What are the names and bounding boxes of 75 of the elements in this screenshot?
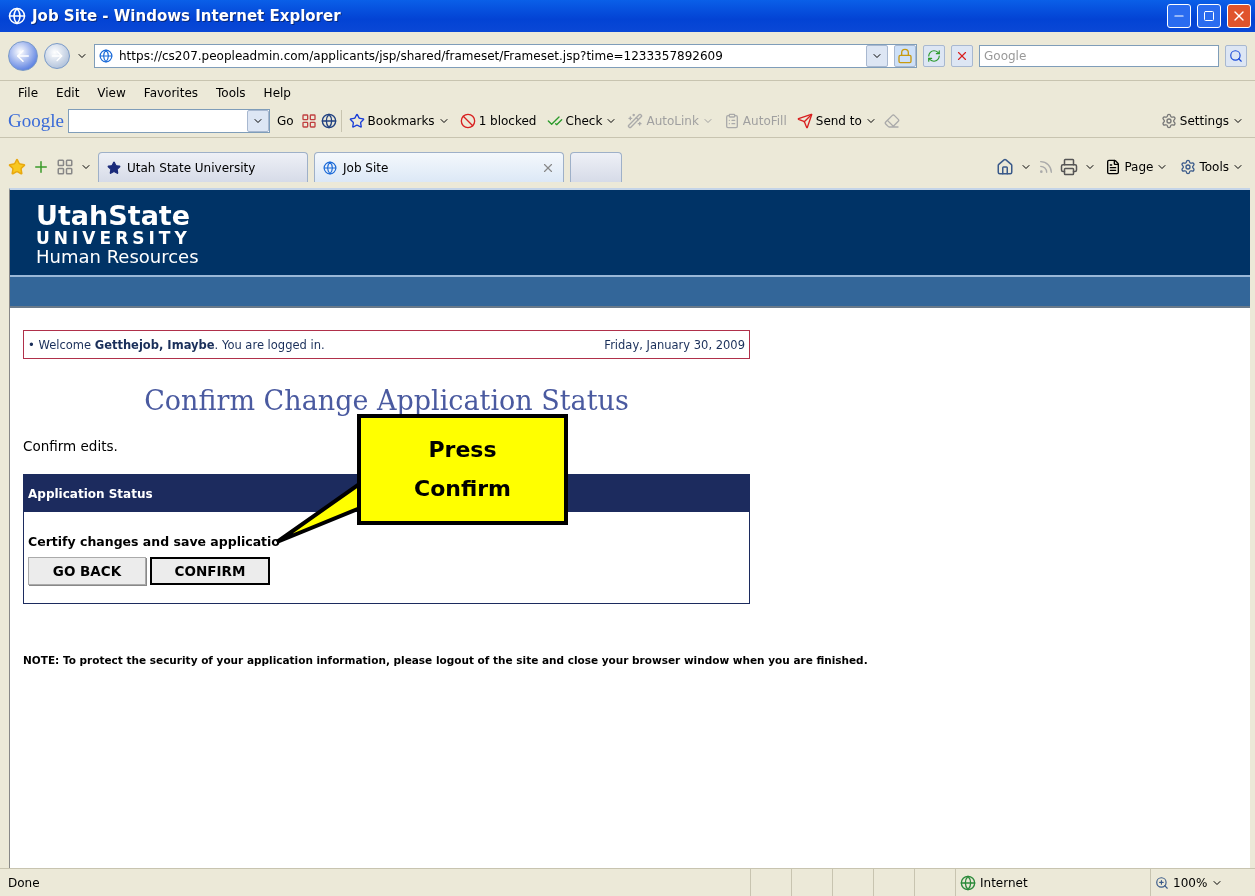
dropdown-button[interactable]: [246, 110, 269, 132]
refresh-button[interactable]: [923, 45, 945, 67]
feed-icon[interactable]: [1038, 159, 1055, 175]
forward-icon: [49, 48, 65, 64]
maximize-icon: [1203, 10, 1215, 22]
quick-tabs-icon[interactable]: [56, 158, 74, 176]
address-field[interactable]: https://cs207.peopleadmin.com/applicants/jsp/shared/frameset/Frameset.jsp?time=1233357892609: [94, 44, 917, 68]
add-favorite-icon[interactable]: [32, 158, 50, 176]
maximize-button[interactable]: [1197, 4, 1221, 28]
toolbar-button[interactable]: Send to: [793, 113, 880, 129]
menu-item[interactable]: File: [12, 86, 45, 100]
refresh-icon: [927, 49, 941, 63]
gear-icon: [1160, 113, 1177, 129]
lock-icon: [897, 48, 913, 64]
lock-button[interactable]: [894, 45, 916, 67]
menu-item[interactable]: Help: [257, 86, 297, 100]
menu-item[interactable]: View: [91, 86, 132, 100]
back-button[interactable]: [8, 41, 38, 71]
forward-button[interactable]: [44, 43, 70, 69]
google-search-field[interactable]: [67, 109, 270, 133]
page-title: Confirm Change Application Status: [143, 385, 630, 416]
search-icon: [1229, 49, 1243, 63]
callout: Press Confirm: [357, 414, 568, 525]
home-icon[interactable]: [996, 158, 1015, 176]
command-button[interactable]: Tools: [1177, 159, 1247, 175]
form-icon: [723, 113, 740, 129]
department-name: Human Resources: [36, 248, 200, 268]
close-button[interactable]: [1227, 4, 1251, 28]
print-icon[interactable]: [1060, 158, 1079, 176]
browser-tab[interactable]: Utah State University: [98, 152, 308, 182]
new-tab-button[interactable]: [570, 152, 622, 182]
dropdown-button[interactable]: [866, 45, 888, 67]
zone-text: Internet: [980, 875, 1028, 890]
browser-tab[interactable]: Job Site: [314, 152, 564, 182]
search-button[interactable]: [1225, 45, 1247, 67]
browser-logo-icon: [8, 7, 26, 25]
wand-icon: [627, 113, 644, 129]
form-button[interactable]: GO BACK: [28, 557, 146, 585]
prompt-text: Certify changes and save applicatio: [28, 534, 281, 549]
back-icon: [14, 47, 32, 65]
star-icon[interactable]: [8, 158, 26, 176]
blocked-icon: [459, 113, 476, 129]
toolbar-button[interactable]: 1 blocked: [456, 113, 540, 129]
toolbar-button[interactable]: Check: [543, 113, 621, 129]
intro-text: Confirm edits.: [23, 438, 118, 454]
toolbar-icon[interactable]: [300, 113, 317, 129]
search-field[interactable]: Google: [979, 45, 1219, 67]
logo-subtitle: UNIVERSITY: [36, 230, 192, 249]
minimize-button[interactable]: [1167, 4, 1191, 28]
zoom-icon[interactable]: [1155, 875, 1169, 890]
menu-item[interactable]: Favorites: [137, 86, 205, 100]
close-icon: [955, 49, 969, 63]
go-button[interactable]: Go: [273, 114, 297, 128]
security-note: NOTE: To protect the security of your application information, please logout of the site and close your browser window when you are finished.: [23, 654, 868, 666]
star-icon: [107, 160, 121, 175]
eraser-icon[interactable]: [883, 113, 900, 129]
stop-button[interactable]: [951, 45, 973, 67]
settings-button[interactable]: Settings: [1157, 113, 1247, 129]
menu-item[interactable]: Edit: [50, 86, 86, 100]
logo-wordmark: UtahState: [36, 202, 192, 231]
status-text: Done: [8, 875, 41, 890]
star-icon: [348, 113, 365, 129]
gear-icon: [1180, 159, 1197, 175]
toolbar-button[interactable]: Bookmarks: [345, 113, 453, 129]
zoom-text[interactable]: 100%: [1173, 875, 1208, 890]
globe-icon[interactable]: [320, 113, 337, 129]
welcome-text: • Welcome Getthejob, Imaybe. You are logged in.: [28, 337, 325, 352]
form-button[interactable]: CONFIRM: [150, 557, 270, 585]
menu-item[interactable]: Tools: [210, 86, 252, 100]
command-button[interactable]: Page: [1102, 159, 1172, 175]
send-icon: [796, 113, 813, 129]
window-title: Job Site - Windows Internet Explorer: [32, 7, 342, 25]
globe-icon: [960, 874, 976, 891]
date-text: Friday, January 30, 2009: [604, 337, 745, 352]
google-logo: Google: [8, 110, 64, 132]
